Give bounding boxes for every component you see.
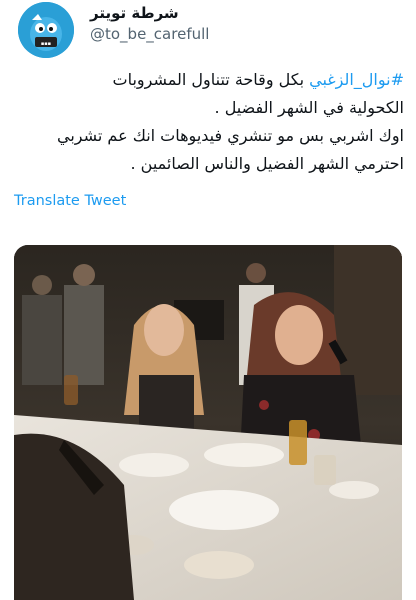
- svg-text:▪▪▪: ▪▪▪: [41, 41, 51, 47]
- user-avatar[interactable]: ▪▪▪: [18, 2, 74, 58]
- translate-tweet-link[interactable]: Translate Tweet: [14, 193, 126, 209]
- tweet-body: #نوال_الزغبي بكل وقاحة تتناول المشروبات …: [12, 66, 404, 178]
- user-handle[interactable]: @to_be_carefull: [90, 25, 390, 43]
- tweet-line-1: #نوال_الزغبي بكل وقاحة تتناول المشروبات: [12, 66, 404, 94]
- tweet-media[interactable]: [14, 245, 402, 600]
- tweet-line-4: احترمي الشهر الفضيل والناس الصائمين .: [130, 154, 404, 173]
- display-name[interactable]: شرطة تويتر: [90, 4, 390, 22]
- tweet-header: ▪▪▪ شرطة تويتر @to_be_carefull: [0, 0, 416, 60]
- restaurant-scene-photo: [14, 245, 402, 600]
- tweet-line-2: الكحولية في الشهر الفضيل .: [214, 98, 404, 117]
- tweet-line-1-text: بكل وقاحة تتناول المشروبات: [112, 70, 310, 89]
- cartoon-bird-avatar-icon: ▪▪▪: [18, 2, 74, 58]
- tweet-line-3: اوك اشربي بس مو تنشري فيديوهات انك عم تش…: [57, 126, 404, 145]
- hashtag-link[interactable]: #نوال_الزغبي: [309, 70, 404, 89]
